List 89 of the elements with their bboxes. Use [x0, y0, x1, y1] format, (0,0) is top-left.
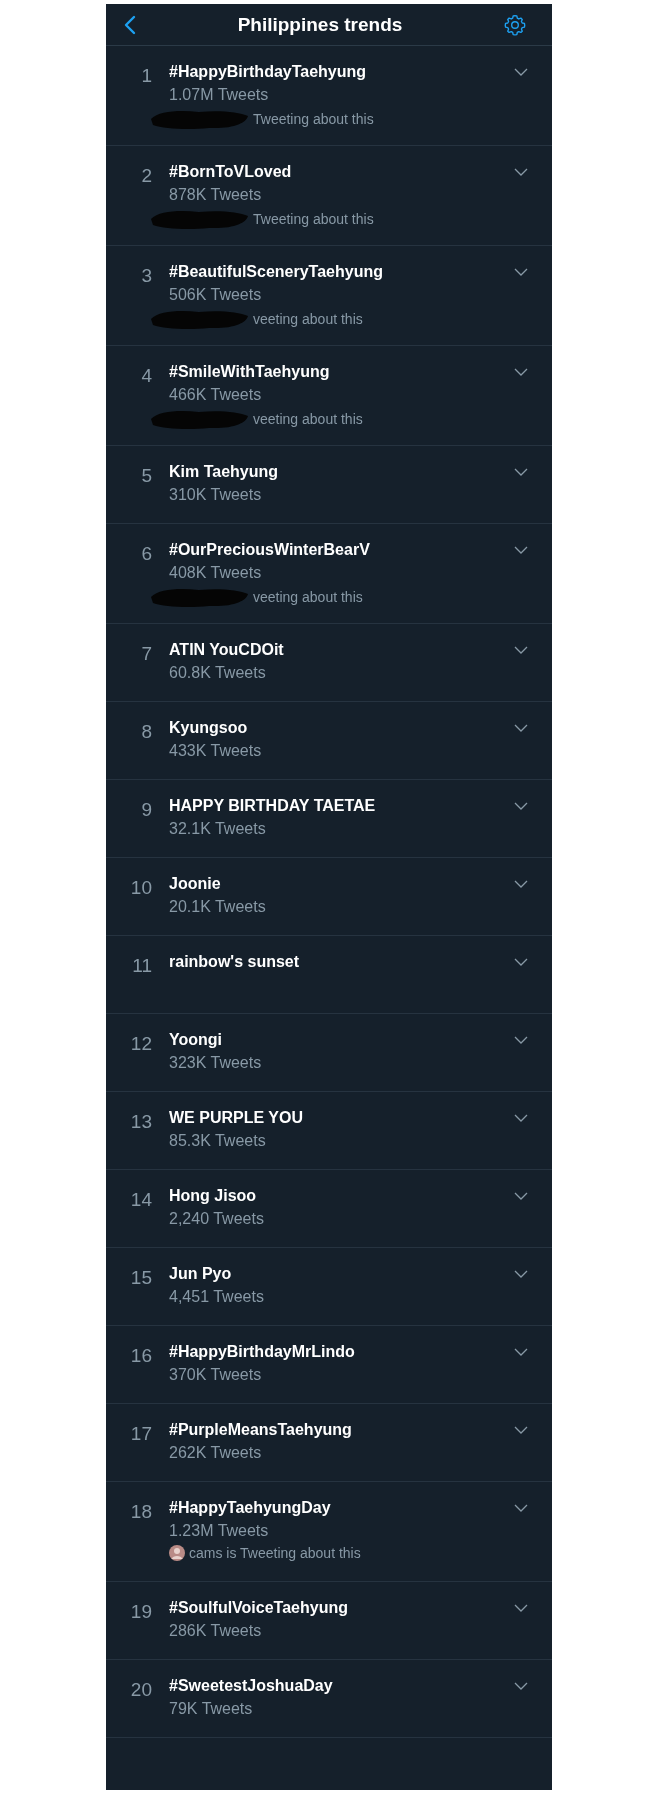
chevron-down-icon[interactable] [514, 1270, 528, 1278]
tweet-count: 433K Tweets [169, 741, 262, 761]
chevron-down-icon[interactable] [514, 1348, 528, 1356]
tweet-count: 466K Tweets [169, 385, 262, 405]
trend-rank: 16 [129, 1344, 152, 1367]
trend-rank: 6 [140, 542, 152, 565]
trend-name[interactable]: Jun Pyo [169, 1264, 232, 1284]
tweet-count: 20.1K Tweets [169, 897, 266, 917]
tweet-count: 2,240 Tweets [169, 1209, 264, 1229]
chevron-down-icon[interactable] [514, 880, 528, 888]
trend-name[interactable]: Kyungsoo [169, 718, 248, 738]
tweet-count: 262K Tweets [169, 1443, 262, 1463]
trend-rank: 10 [129, 876, 152, 899]
chevron-down-icon[interactable] [514, 802, 528, 810]
chevron-down-icon[interactable] [514, 1426, 528, 1434]
trend-name[interactable]: #SoulfulVoiceTaehyung [169, 1598, 348, 1618]
tweet-count: 4,451 Tweets [169, 1287, 264, 1307]
tweet-count: 370K Tweets [169, 1365, 262, 1385]
trend-rank: 11 [131, 954, 152, 977]
trend-rank: 9 [140, 798, 152, 821]
trend-name[interactable]: #SweetestJoshuaDay [169, 1676, 333, 1696]
chevron-down-icon[interactable] [514, 68, 528, 76]
trend-rank: 14 [129, 1188, 152, 1211]
trend-name[interactable]: Joonie [169, 874, 221, 894]
trend-name[interactable]: ATIN YouCDOit [169, 640, 284, 660]
trend-name[interactable]: HAPPY BIRTHDAY TAETAE [169, 796, 376, 816]
trend-rank: 19 [129, 1600, 152, 1623]
trend-name[interactable]: #HappyBirthdayMrLindo [169, 1342, 355, 1362]
trend-rank: 17 [129, 1422, 152, 1445]
trend-name[interactable]: #PurpleMeansTaehyung [169, 1420, 352, 1440]
chevron-down-icon[interactable] [514, 546, 528, 554]
tweet-count: 32.1K Tweets [169, 819, 266, 839]
trend-rank: 18 [129, 1500, 152, 1523]
context-text: veeting about this [253, 588, 363, 607]
chevron-down-icon[interactable] [514, 1036, 528, 1044]
trend-name[interactable]: rainbow's sunset [169, 952, 300, 972]
chevron-down-icon[interactable] [514, 168, 528, 176]
trend-rank: 7 [140, 642, 152, 665]
context-text: Tweeting about this [253, 110, 374, 129]
trend-name[interactable]: #HappyTaehyungDay [169, 1498, 331, 1518]
trend-name[interactable]: #BeautifulSceneryTaehyung [169, 262, 383, 282]
chevron-down-icon[interactable] [514, 646, 528, 654]
tweet-count: 286K Tweets [169, 1621, 262, 1641]
chevron-down-icon[interactable] [514, 1192, 528, 1200]
trend-rank: 20 [129, 1678, 152, 1701]
trend-name[interactable]: WE PURPLE YOU [169, 1108, 303, 1128]
trend-name[interactable]: #OurPreciousWinterBearV [169, 540, 370, 560]
trend-rank: 8 [140, 720, 152, 743]
chevron-down-icon[interactable] [514, 268, 528, 276]
chevron-down-icon[interactable] [514, 368, 528, 376]
trend-name[interactable]: #HappyBirthdayTaehyung [169, 62, 367, 82]
settings-icon[interactable] [504, 13, 526, 36]
chevron-down-icon[interactable] [514, 1682, 528, 1690]
trend-rank: 5 [140, 464, 152, 487]
tweet-count: 310K Tweets [169, 485, 262, 505]
tweet-count: 1.07M Tweets [169, 85, 269, 105]
trend-rank: 2 [140, 164, 152, 187]
chevron-down-icon[interactable] [514, 1114, 528, 1122]
trend-rank: 12 [129, 1032, 152, 1055]
chevron-down-icon[interactable] [514, 468, 528, 476]
context-text: veeting about this [253, 410, 363, 429]
avatar-icon [169, 1545, 185, 1561]
tweet-count: 85.3K Tweets [169, 1131, 266, 1151]
page-title: Philippines trends [237, 13, 403, 36]
chevron-down-icon[interactable] [514, 1504, 528, 1512]
tweet-count: 60.8K Tweets [169, 663, 266, 683]
trend-rank: 13 [129, 1110, 152, 1133]
context-text: Tweeting about this [253, 210, 374, 229]
chevron-down-icon[interactable] [514, 958, 528, 966]
trend-rank: 3 [140, 264, 152, 287]
context-text: cams is Tweeting about this [189, 1544, 361, 1563]
chevron-down-icon[interactable] [514, 724, 528, 732]
trend-rank: 1 [140, 64, 152, 87]
trend-name[interactable]: #BornToVLoved [169, 162, 292, 182]
tweet-count: 1.23M Tweets [169, 1521, 269, 1541]
tweet-count: 408K Tweets [169, 563, 262, 583]
trend-name[interactable]: Hong Jisoo [169, 1186, 257, 1206]
tweet-count: 79K Tweets [169, 1699, 253, 1719]
trend-name[interactable]: Yoongi [169, 1030, 223, 1050]
trend-rank: 4 [140, 364, 152, 387]
back-icon[interactable] [124, 14, 136, 35]
trend-name[interactable]: Kim Taehyung [169, 462, 279, 482]
context-text: veeting about this [253, 310, 363, 329]
tweet-count: 506K Tweets [169, 285, 262, 305]
chevron-down-icon[interactable] [514, 1604, 528, 1612]
tweet-count: 323K Tweets [169, 1053, 262, 1073]
tweet-count: 878K Tweets [169, 185, 262, 205]
trend-name[interactable]: #SmileWithTaehyung [169, 362, 330, 382]
trend-rank: 15 [129, 1266, 152, 1289]
